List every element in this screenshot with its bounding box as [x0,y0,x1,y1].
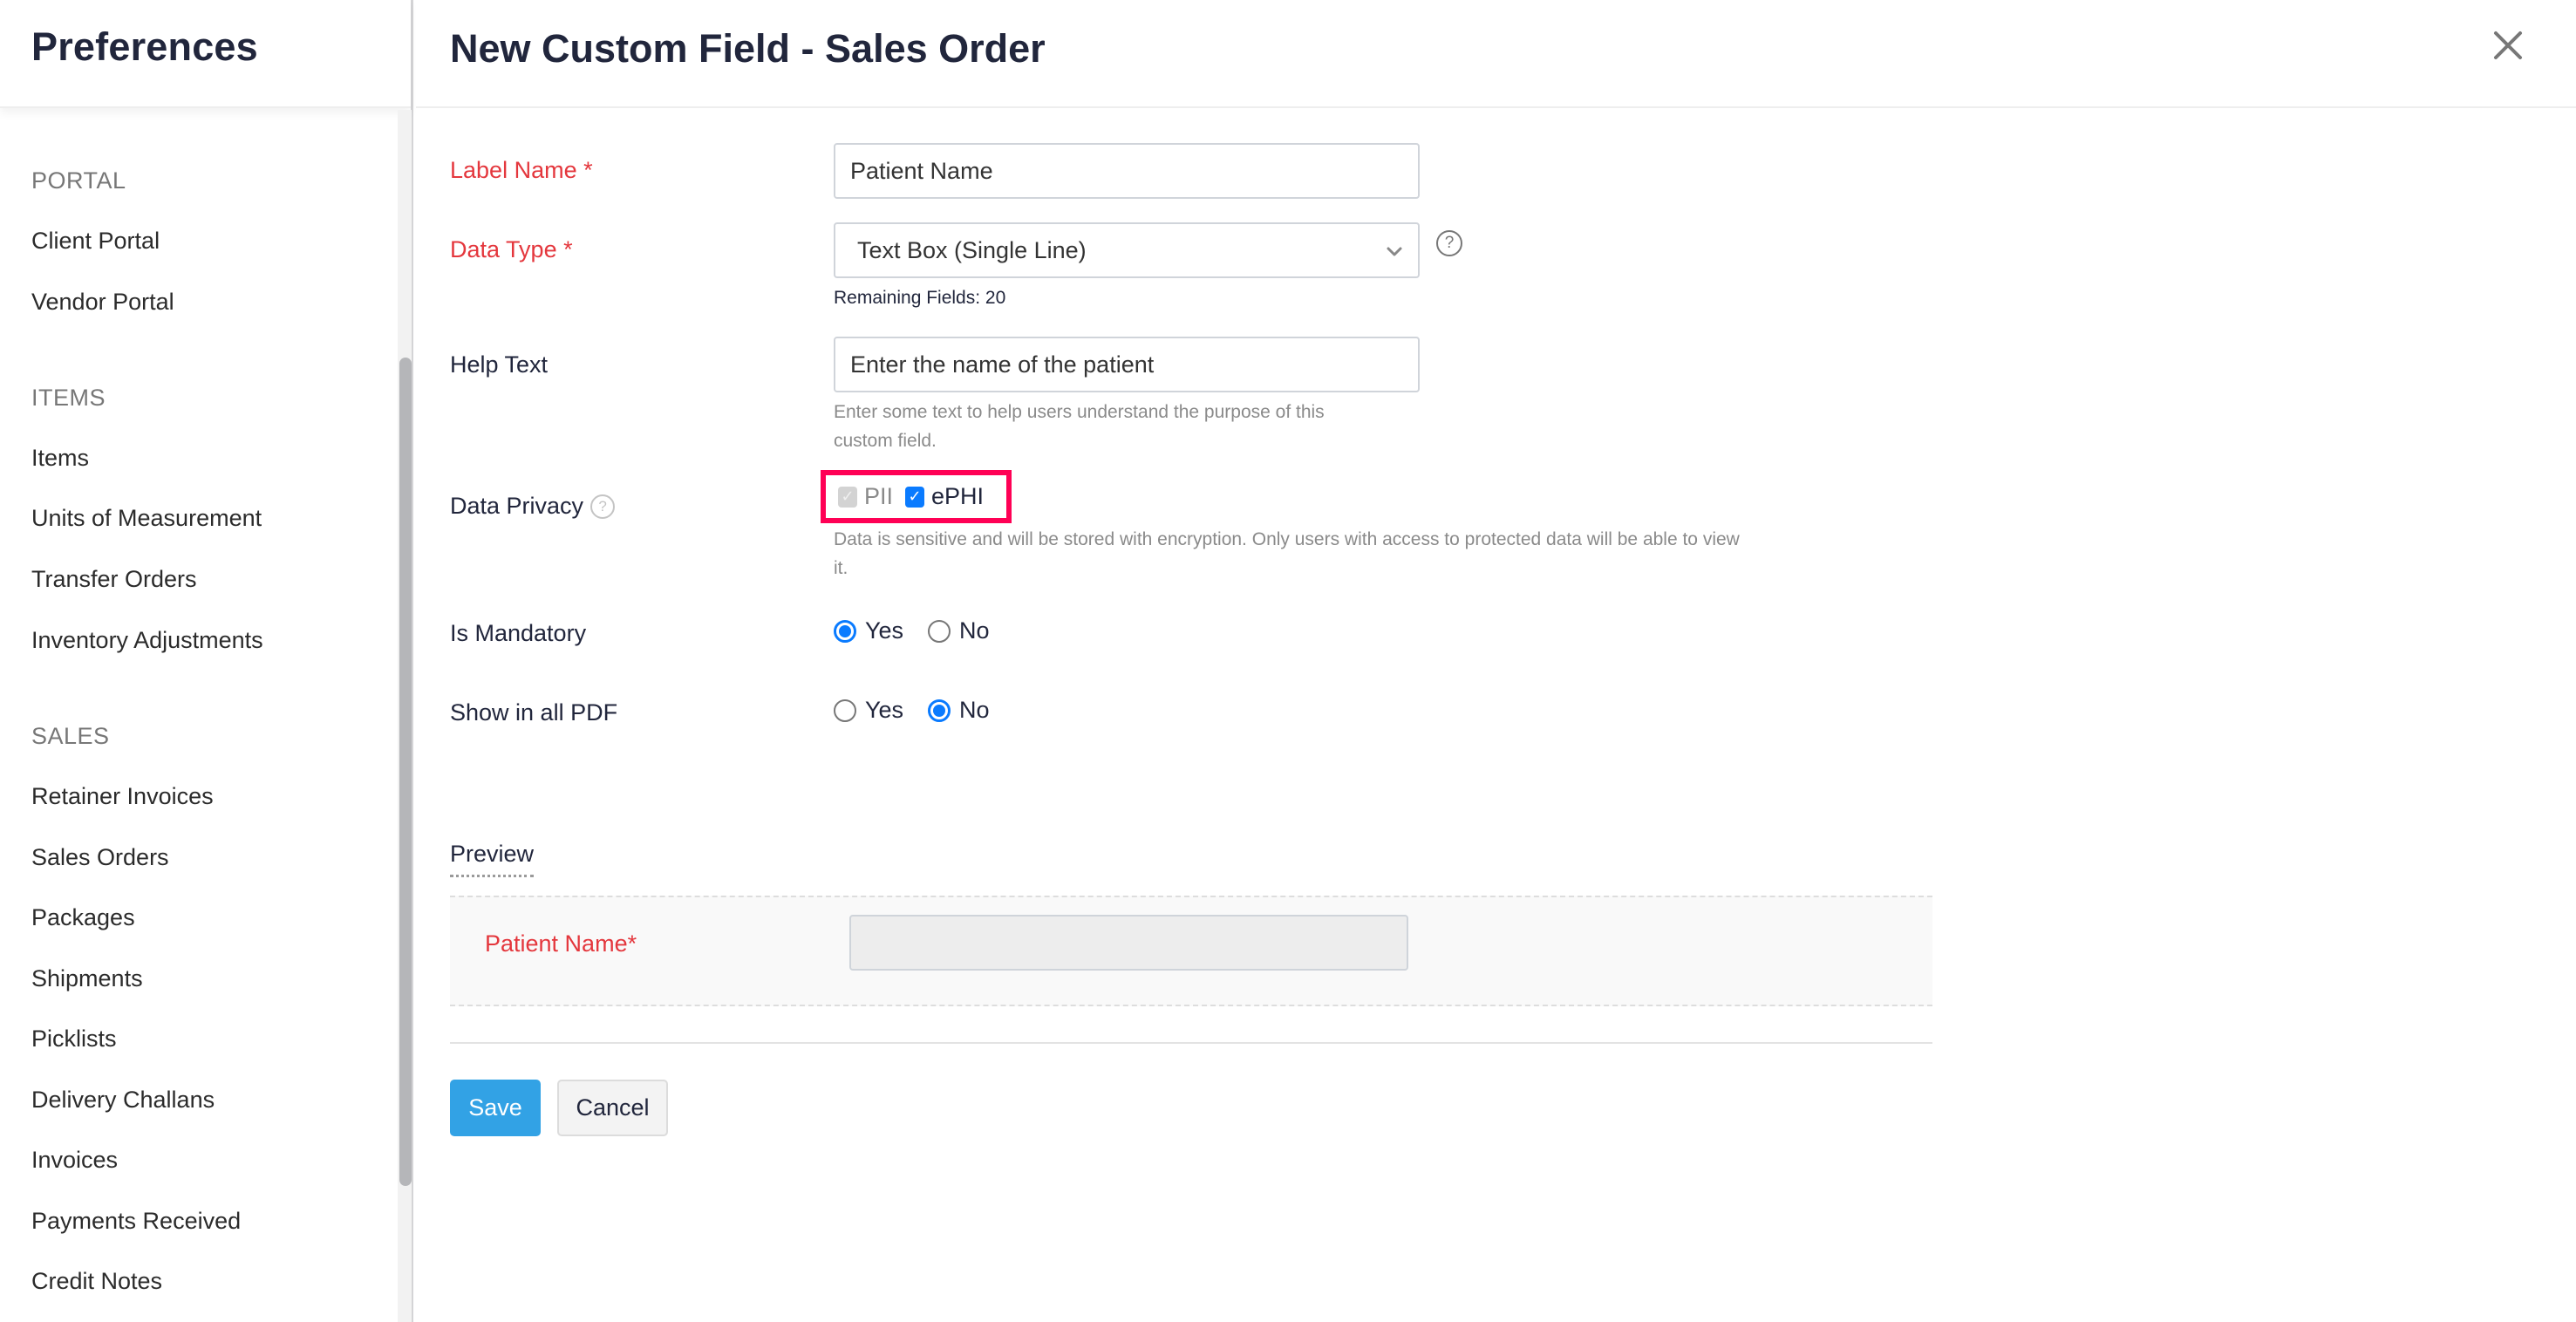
data-privacy-label-wrap: Data Privacy ? [450,493,616,520]
sidebar-item-payments-received[interactable]: Payments Received [31,1208,241,1235]
sidebar-item-units-of-measurement[interactable]: Units of Measurement [31,505,262,532]
page-title: New Custom Field - Sales Order [450,26,1046,71]
preview-field-label: Patient Name* [485,930,637,957]
help-text-label: Help Text [450,351,549,378]
help-text-value: Enter the name of the patient [850,351,1155,378]
data-privacy-highlight: ✓ PII ✓ ePHI [821,470,1012,523]
is-mandatory-no-label: No [959,617,990,644]
show-in-pdf-no[interactable]: No [928,697,990,724]
is-mandatory-radio-group: Yes No [834,617,990,644]
data-privacy-note-line1: Data is sensitive and will be stored wit… [834,529,1740,549]
ephi-checkbox-option[interactable]: ✓ ePHI [905,483,984,510]
preview-field-input [849,915,1408,971]
footer-divider [450,1042,1932,1044]
sidebar-item-vendor-portal[interactable]: Vendor Portal [31,289,174,316]
sidebar-item-transfer-orders[interactable]: Transfer Orders [31,566,197,593]
show-in-pdf-yes-label: Yes [865,697,904,723]
data-privacy-label: Data Privacy [450,493,584,519]
is-mandatory-yes-radio[interactable] [834,619,856,643]
panel-header: New Custom Field - Sales Order [416,0,2576,108]
sidebar-nav: PORTAL Client Portal Vendor Portal ITEMS… [0,110,397,1322]
sidebar-item-inventory-adjustments[interactable]: Inventory Adjustments [31,627,263,654]
cancel-button[interactable]: Cancel [557,1080,668,1136]
sidebar-item-delivery-challans[interactable]: Delivery Challans [31,1087,215,1114]
is-mandatory-label: Is Mandatory [450,620,587,646]
show-in-pdf-no-radio[interactable] [928,698,951,722]
sidebar-item-picklists[interactable]: Picklists [31,1026,117,1053]
show-in-pdf-radio-group: Yes No [834,697,990,724]
preview-box: Patient Name* [450,896,1932,1006]
is-mandatory-no[interactable]: No [928,617,990,644]
pii-label: PII [864,483,894,509]
sidebar-item-client-portal[interactable]: Client Portal [31,228,160,255]
sidebar-scrollbar-thumb[interactable] [399,358,412,1186]
data-privacy-note-line2: it. [834,558,848,578]
help-text-hint: Enter some text to help users understand… [834,398,1325,455]
show-in-pdf-yes[interactable]: Yes [834,697,903,724]
label-name-input[interactable]: Patient Name [834,143,1420,199]
app: Preferences PORTAL Client Portal Vendor … [0,0,2576,1322]
label-name-value: Patient Name [850,157,993,184]
pii-checkbox-option: ✓ PII [838,483,893,510]
data-type-label: Data Type * [450,236,573,262]
is-mandatory-yes-label: Yes [865,617,904,644]
sidebar-item-items[interactable]: Items [31,445,89,472]
custom-field-panel: New Custom Field - Sales Order Label Nam… [416,0,2576,1322]
sidebar-item-retainer-invoices[interactable]: Retainer Invoices [31,783,214,810]
show-in-pdf-no-label: No [959,697,990,723]
pii-checkbox: ✓ [838,486,857,508]
is-mandatory-yes[interactable]: Yes [834,617,903,644]
data-type-selected: Text Box (Single Line) [857,236,1087,263]
sidebar-title: Preferences [31,24,258,69]
label-name-label: Label Name * [450,157,593,183]
data-privacy-note: Data is sensitive and will be stored wit… [834,525,1740,583]
show-in-pdf-label: Show in all PDF [450,699,618,726]
remaining-fields: Remaining Fields: 20 [834,288,1006,308]
sidebar-item-sales-orders[interactable]: Sales Orders [31,844,169,871]
is-mandatory-no-radio[interactable] [928,619,951,643]
sidebar-item-invoices[interactable]: Invoices [31,1147,118,1174]
nav-group-items: ITEMS [31,385,106,411]
ephi-checkbox[interactable]: ✓ [905,486,925,508]
sidebar-item-credit-notes[interactable]: Credit Notes [31,1268,162,1295]
close-icon [2494,31,2522,59]
help-text-input[interactable]: Enter the name of the patient [834,337,1420,392]
help-text-hint-line1: Enter some text to help users understand… [834,402,1325,422]
nav-group-sales: SALES [31,723,110,749]
ephi-label[interactable]: ePHI [931,483,984,510]
close-button[interactable] [2489,26,2527,65]
sidebar-item-shipments[interactable]: Shipments [31,965,143,992]
nav-group-portal: PORTAL [31,167,126,194]
show-in-pdf-yes-radio[interactable] [834,698,856,722]
data-type-select[interactable]: Text Box (Single Line) [834,222,1420,278]
save-button[interactable]: Save [450,1080,541,1136]
sidebar-item-packages[interactable]: Packages [31,904,135,931]
data-privacy-help-icon[interactable]: ? [590,494,616,519]
help-text-hint-line2: custom field. [834,431,937,451]
preferences-sidebar: Preferences PORTAL Client Portal Vendor … [0,0,413,1322]
sidebar-header: Preferences [0,0,411,108]
chevron-down-icon [1387,247,1402,256]
data-type-help-icon[interactable]: ? [1436,230,1462,256]
preview-heading: Preview [450,841,535,877]
